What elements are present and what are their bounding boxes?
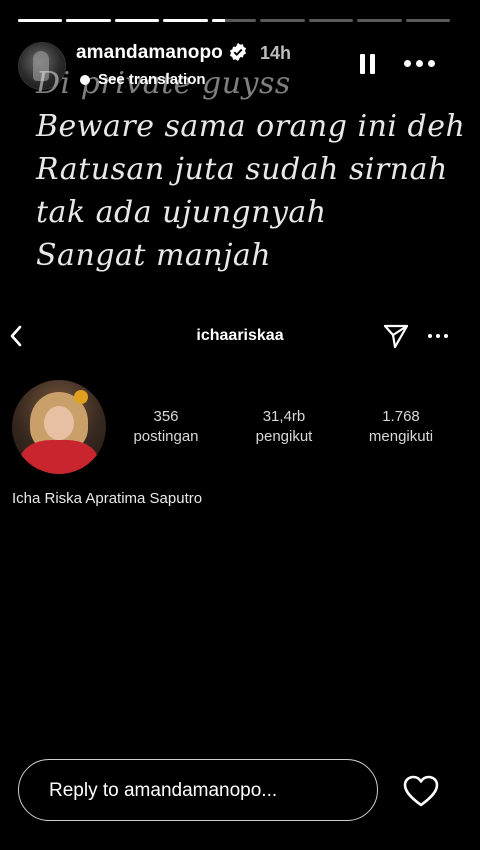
- caption-line: tak ada ujungnyah: [36, 195, 327, 230]
- reply-input[interactable]: [47, 760, 351, 822]
- see-translation-label: See translation: [98, 71, 206, 88]
- progress-segment: [405, 19, 450, 22]
- caption-line: Sangat manjah: [36, 238, 272, 273]
- story-username[interactable]: amandamanopo: [76, 42, 223, 64]
- stat-posts: 356 postingan: [111, 408, 221, 445]
- progress-segment: [114, 19, 160, 22]
- stat-followers: 31,4rb pengikut: [229, 408, 339, 445]
- progress-segment: [260, 19, 305, 22]
- progress-segment: [308, 19, 354, 22]
- progress-segment: [18, 19, 63, 22]
- heart-icon[interactable]: [402, 774, 440, 808]
- send-direct-icon: [383, 324, 409, 349]
- caption-line: Beware sama orang ini deh: [36, 109, 466, 144]
- progress-segment: [211, 19, 257, 22]
- story-timestamp: 14h: [260, 43, 292, 63]
- translate-dot-icon: [80, 74, 90, 85]
- stat-label: pengikut: [255, 428, 313, 445]
- more-horizontal-icon: [428, 334, 448, 338]
- see-translation-button[interactable]: See translation: [80, 71, 206, 88]
- progress-segment: [163, 19, 208, 22]
- stat-value: 1.768: [382, 408, 420, 425]
- progress-segment: [357, 19, 402, 22]
- stat-label: mengikuti: [368, 428, 434, 445]
- verified-badge-icon: [229, 42, 247, 62]
- caption-line: Ratusan juta sudah sirnah: [36, 152, 448, 187]
- profile-full-name: Icha Riska Apratima Saputro: [12, 490, 203, 507]
- story-caption: Di private guyss Beware sama orang ini d…: [36, 62, 465, 277]
- more-horizontal-icon[interactable]: [404, 60, 435, 67]
- stat-value: 31,4rb: [262, 408, 306, 425]
- stat-value: 356: [153, 408, 179, 425]
- story-progress-bar: [18, 19, 450, 22]
- profile-picture: [12, 380, 106, 474]
- pause-icon[interactable]: [360, 54, 376, 74]
- reply-field[interactable]: [18, 759, 378, 822]
- stat-following: 1.768 mengikuti: [346, 408, 456, 445]
- stat-label: postingan: [133, 428, 199, 445]
- progress-segment: [66, 19, 111, 22]
